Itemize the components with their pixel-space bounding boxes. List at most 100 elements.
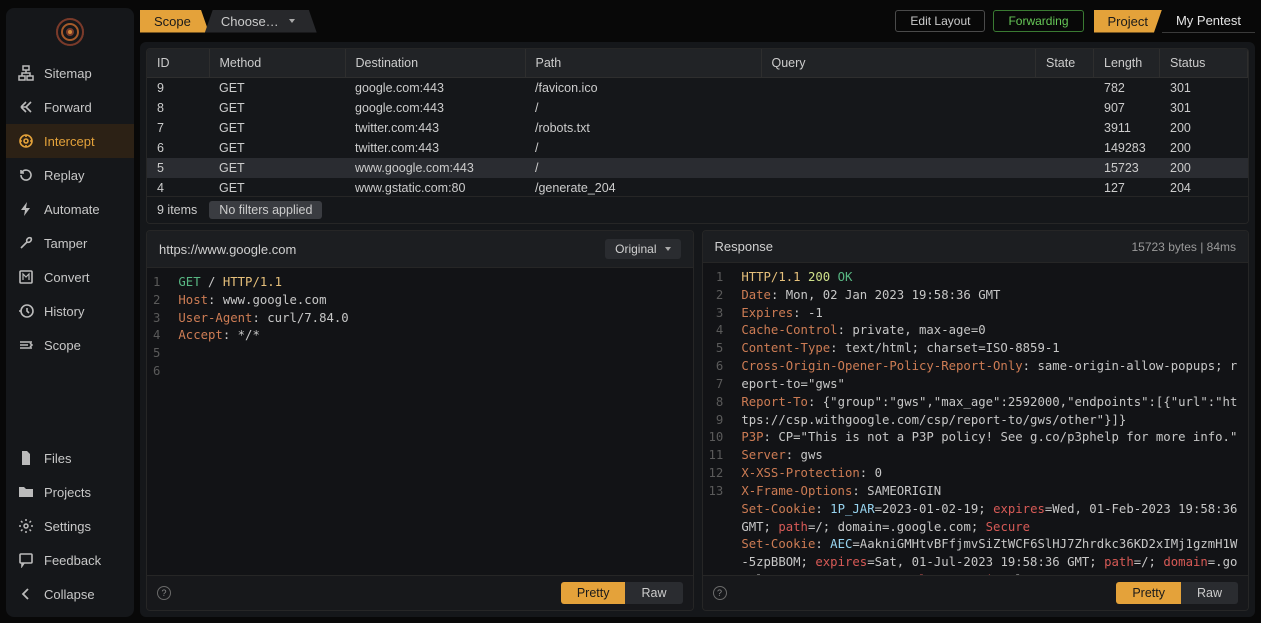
- sidebar-item-label: Sitemap: [44, 66, 92, 81]
- cell: 301: [1160, 78, 1248, 98]
- sidebar-item-replay[interactable]: Replay: [6, 158, 134, 192]
- forwarding-button[interactable]: Forwarding: [993, 10, 1083, 32]
- sidebar-item-scope[interactable]: Scope: [6, 328, 134, 362]
- cell: 200: [1160, 118, 1248, 138]
- cell: 6: [147, 138, 209, 158]
- sidebar-item-label: Collapse: [44, 587, 95, 602]
- sidebar-item-collapse[interactable]: Collapse: [6, 577, 134, 611]
- sidebar-item-convert[interactable]: Convert: [6, 260, 134, 294]
- cell: 200: [1160, 158, 1248, 178]
- response-pane: Response 15723 bytes | 84ms 123456789101…: [702, 230, 1250, 611]
- col-method[interactable]: Method: [209, 49, 345, 78]
- raw-toggle[interactable]: Raw: [1181, 582, 1238, 604]
- cell: GET: [209, 118, 345, 138]
- cell: [761, 98, 1036, 118]
- table-footer: 9 items No filters applied: [147, 196, 1248, 223]
- sidebar-item-sitemap[interactable]: Sitemap: [6, 56, 134, 90]
- cell: [1036, 138, 1094, 158]
- cell: [1036, 98, 1094, 118]
- col-query[interactable]: Query: [761, 49, 1036, 78]
- table-row[interactable]: 5GETwww.google.com:443/15723200: [147, 158, 1248, 178]
- cell: 200: [1160, 138, 1248, 158]
- col-path[interactable]: Path: [525, 49, 761, 78]
- sidebar-item-label: Replay: [44, 168, 84, 183]
- sidebar-item-history[interactable]: History: [6, 294, 134, 328]
- edit-layout-button[interactable]: Edit Layout: [895, 10, 985, 32]
- cell: 907: [1094, 98, 1160, 118]
- filter-badge[interactable]: No filters applied: [209, 201, 322, 219]
- col-length[interactable]: Length: [1094, 49, 1160, 78]
- col-destination[interactable]: Destination: [345, 49, 525, 78]
- cell: /favicon.ico: [525, 78, 761, 98]
- request-pane: https://www.google.com Original 123456 G…: [146, 230, 694, 611]
- sidebar-item-automate[interactable]: Automate: [6, 192, 134, 226]
- sidebar-item-projects[interactable]: Projects: [6, 475, 134, 509]
- col-id[interactable]: ID: [147, 49, 209, 78]
- tab-project[interactable]: Project: [1094, 10, 1162, 33]
- file-icon: [18, 450, 34, 466]
- sidebar-item-label: Settings: [44, 519, 91, 534]
- table-row[interactable]: 8GETgoogle.com:443/907301: [147, 98, 1248, 118]
- info-icon[interactable]: ?: [157, 586, 171, 600]
- cell: 9: [147, 78, 209, 98]
- sidebar-item-intercept[interactable]: Intercept: [6, 124, 134, 158]
- sidebar-item-feedback[interactable]: Feedback: [6, 543, 134, 577]
- cell: /: [525, 138, 761, 158]
- cell: 15723: [1094, 158, 1160, 178]
- cell: [761, 138, 1036, 158]
- table-row[interactable]: 7GETtwitter.com:443/robots.txt3911200: [147, 118, 1248, 138]
- cell: [1036, 158, 1094, 178]
- main-area: Scope Choose… Edit Layout Forwarding Pro…: [140, 8, 1255, 617]
- request-url: https://www.google.com: [159, 242, 296, 257]
- cell: [1036, 78, 1094, 98]
- request-code-view[interactable]: 123456 GET / HTTP/1.1Host: www.google.co…: [147, 268, 693, 575]
- sidebar-item-label: Convert: [44, 270, 90, 285]
- sidebar-item-settings[interactable]: Settings: [6, 509, 134, 543]
- cell: google.com:443: [345, 78, 525, 98]
- item-count: 9 items: [157, 203, 197, 217]
- cell: /: [525, 158, 761, 178]
- table-row[interactable]: 4GETwww.gstatic.com:80/generate_20412720…: [147, 178, 1248, 196]
- sidebar: Sitemap Forward Intercept Replay Automat…: [6, 8, 134, 617]
- sidebar-item-label: Forward: [44, 100, 92, 115]
- cell: /robots.txt: [525, 118, 761, 138]
- scope-icon: [18, 337, 34, 353]
- forward-icon: [18, 99, 34, 115]
- sidebar-item-files[interactable]: Files: [6, 441, 134, 475]
- table-row[interactable]: 9GETgoogle.com:443/favicon.ico782301: [147, 78, 1248, 98]
- tab-pentest[interactable]: My Pentest: [1162, 9, 1255, 33]
- tab-choose[interactable]: Choose…: [205, 10, 317, 33]
- sidebar-item-tamper[interactable]: Tamper: [6, 226, 134, 260]
- cell: [761, 118, 1036, 138]
- cell: 204: [1160, 178, 1248, 196]
- request-table: ID Method Destination Path Query State L…: [146, 48, 1249, 224]
- col-status[interactable]: Status: [1160, 49, 1248, 78]
- tab-scope[interactable]: Scope: [140, 10, 209, 33]
- pretty-toggle[interactable]: Pretty: [561, 582, 626, 604]
- content: ID Method Destination Path Query State L…: [140, 42, 1255, 617]
- response-title: Response: [715, 239, 774, 254]
- col-state[interactable]: State: [1036, 49, 1094, 78]
- pretty-toggle[interactable]: Pretty: [1116, 582, 1181, 604]
- cell: 782: [1094, 78, 1160, 98]
- cell: [761, 178, 1036, 196]
- cell: 301: [1160, 98, 1248, 118]
- sidebar-item-forward[interactable]: Forward: [6, 90, 134, 124]
- tab-choose-label: Choose…: [221, 14, 279, 29]
- cell: [761, 158, 1036, 178]
- cell: [761, 78, 1036, 98]
- table-row[interactable]: 6GETtwitter.com:443/149283200: [147, 138, 1248, 158]
- raw-toggle[interactable]: Raw: [625, 582, 682, 604]
- info-icon[interactable]: ?: [713, 586, 727, 600]
- replay-icon: [18, 167, 34, 183]
- cell: /generate_204: [525, 178, 761, 196]
- cell: 8: [147, 98, 209, 118]
- sidebar-item-label: Scope: [44, 338, 81, 353]
- view-mode-dropdown[interactable]: Original: [605, 239, 680, 259]
- cell: [1036, 178, 1094, 196]
- feedback-icon: [18, 552, 34, 568]
- response-code-view[interactable]: 12345678910111213 HTTP/1.1 200 OKDate: M…: [703, 263, 1249, 575]
- cell: google.com:443: [345, 98, 525, 118]
- history-icon: [18, 303, 34, 319]
- cell: GET: [209, 178, 345, 196]
